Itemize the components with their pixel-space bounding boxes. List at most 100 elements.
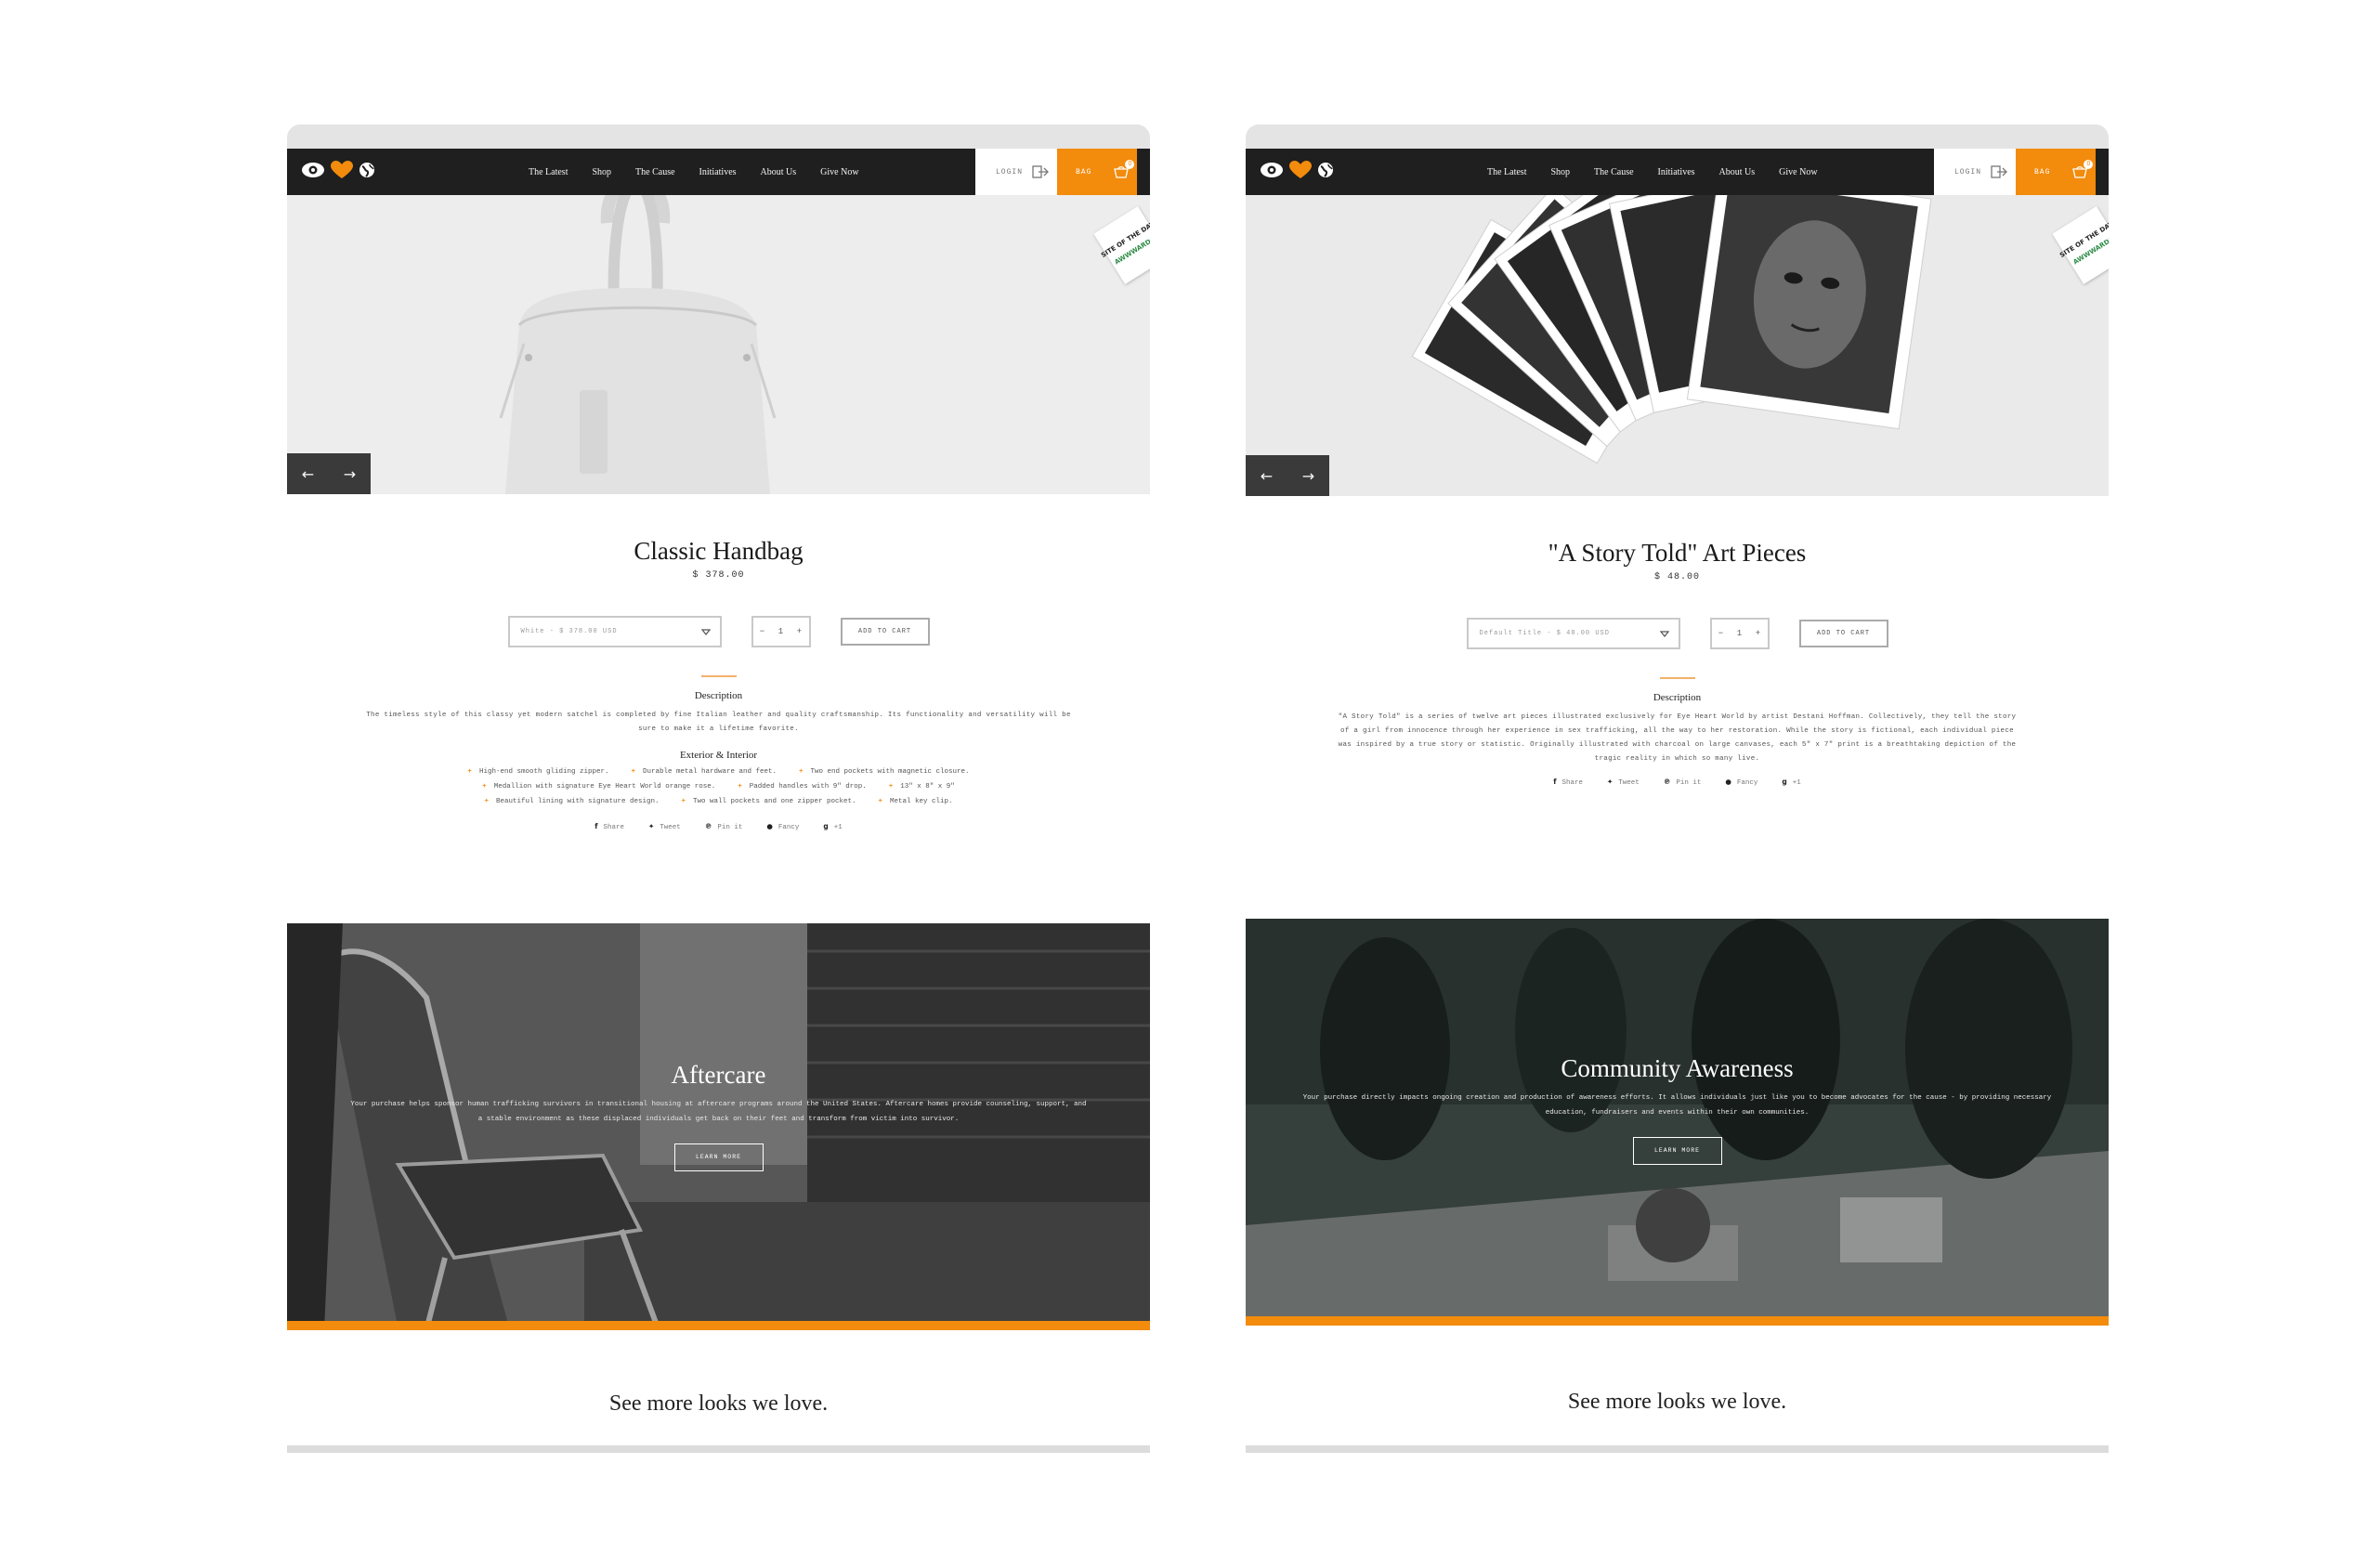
aftercare-banner: Aftercare Your purchase helps sponsor hu… xyxy=(287,923,1150,1330)
nav-link-shop[interactable]: Shop xyxy=(592,167,611,177)
share-twitter[interactable]: ✦ Tweet xyxy=(1607,777,1640,787)
qty-minus-button[interactable]: − xyxy=(760,627,764,636)
product-details: "A Story Told" Art Pieces $ 48.00 Defaul… xyxy=(1246,496,2109,787)
main-nav: The Latest Shop The Cause Initiatives Ab… xyxy=(529,149,883,195)
chevron-down-icon xyxy=(1659,630,1669,637)
art-prints-photo xyxy=(1246,195,2109,496)
nav-link-the-latest[interactable]: The Latest xyxy=(529,167,568,177)
plus-icon: + xyxy=(631,768,635,776)
plus-icon: + xyxy=(484,798,489,805)
feature-item: + Medallion with signature Eye Heart Worl… xyxy=(482,783,716,791)
learn-more-button[interactable]: LEARN MORE xyxy=(673,1143,764,1171)
nav-link-shop[interactable]: Shop xyxy=(1550,167,1570,177)
variant-value: Default Title - $ 48.00 USD xyxy=(1479,630,1610,637)
add-to-cart-button[interactable]: ADD TO CART xyxy=(1798,620,1888,647)
bag-button[interactable]: BAG 0 xyxy=(2016,149,2096,195)
facebook-icon: f xyxy=(1553,777,1557,786)
feature-item: +13" x 8" x 9" xyxy=(888,783,955,791)
product-title: Classic Handbag xyxy=(634,537,804,565)
share-row: f Share ✦ Tweet ℗ Pin it ● Fancy g +1 xyxy=(287,822,1150,831)
banner-text: Your purchase helps sponsor human traffi… xyxy=(350,1101,1087,1123)
handbag-photo xyxy=(287,195,1150,494)
arrow-right-icon[interactable]: → xyxy=(344,465,356,483)
brand-logo[interactable] xyxy=(301,161,375,179)
arrow-left-icon[interactable]: ← xyxy=(1261,467,1273,485)
banner-title: Community Awareness xyxy=(1561,1054,1794,1082)
divider xyxy=(1659,677,1695,679)
nav-link-about-us[interactable]: About Us xyxy=(1719,167,1756,177)
plus-icon: + xyxy=(878,798,883,805)
quantity-stepper[interactable]: − 1 + xyxy=(1709,618,1770,649)
product-price: $ 378.00 xyxy=(692,570,745,581)
bottom-bar xyxy=(287,1445,1150,1453)
pinterest-icon: ℗ xyxy=(1663,777,1671,786)
nav-link-initiatives[interactable]: Initiatives xyxy=(1658,167,1695,177)
login-label: LOGIN xyxy=(1954,167,1982,176)
learn-more-button[interactable]: LEARN MORE xyxy=(1632,1137,1722,1165)
bottom-bar xyxy=(1246,1445,2109,1453)
share-google-plus[interactable]: g +1 xyxy=(823,822,842,831)
screenshot-left: The Latest Shop The Cause Initiatives Ab… xyxy=(287,124,1150,1453)
nav-link-initiatives[interactable]: Initiatives xyxy=(699,167,737,177)
feature-item: + Beautiful lining with signature design. xyxy=(484,798,660,805)
share-twitter[interactable]: ✦ Tweet xyxy=(648,822,681,831)
brand-logo[interactable] xyxy=(1260,161,1334,179)
bag-label: BAG xyxy=(2034,167,2051,176)
nav-link-the-cause[interactable]: The Cause xyxy=(635,167,675,177)
banner-content: Aftercare Your purchase helps sponsor hu… xyxy=(287,1061,1150,1171)
product-details: Classic Handbag $ 378.00 White - $ 378.0… xyxy=(287,494,1150,831)
variant-value: White - $ 378.00 USD xyxy=(520,628,618,635)
feature-item: + Two end pockets with magnetic closure. xyxy=(799,768,970,776)
qty-plus-button[interactable]: + xyxy=(797,627,802,636)
arrow-right-icon[interactable]: → xyxy=(1302,467,1314,485)
community-awareness-banner: Community Awareness Your purchase direct… xyxy=(1246,919,2109,1326)
product-hero-image: SITE OF THE DAY AWWWARDS ← → xyxy=(287,195,1150,494)
bag-button[interactable]: BAG 0 xyxy=(1057,149,1137,195)
feature-item: + Padded handles with 9" drop. xyxy=(738,783,867,791)
plus-icon: + xyxy=(482,783,487,791)
features-list: + High-end smooth gliding zipper. + Durabl… xyxy=(422,768,1016,805)
arrow-left-icon[interactable]: ← xyxy=(302,465,314,483)
buy-row: Default Title - $ 48.00 USD − 1 + ADD TO… xyxy=(1246,618,2109,649)
plus-icon: + xyxy=(888,783,894,791)
nav-link-the-cause[interactable]: The Cause xyxy=(1594,167,1634,177)
qty-plus-button[interactable]: + xyxy=(1756,629,1760,638)
nav-link-give-now[interactable]: Give Now xyxy=(820,167,858,177)
logout-icon xyxy=(1032,165,1049,178)
share-row: f Share ✦ Tweet ℗ Pin it ● Fancy g +1 xyxy=(1246,777,2109,787)
fancy-icon: ● xyxy=(766,822,773,830)
browser-chrome xyxy=(287,124,1150,149)
orange-strip xyxy=(287,1321,1150,1330)
login-button[interactable]: LOGIN xyxy=(1934,149,2016,195)
globe-icon xyxy=(359,163,374,177)
variant-select[interactable]: White - $ 378.00 USD xyxy=(507,616,722,647)
slider-controls: ← → xyxy=(287,453,371,494)
description-heading: Description xyxy=(694,690,743,701)
browser-chrome xyxy=(1246,124,2109,149)
slider-controls: ← → xyxy=(1246,455,1329,496)
share-facebook[interactable]: f Share xyxy=(594,822,624,831)
login-button[interactable]: LOGIN xyxy=(975,149,1057,195)
features-heading: Exterior & Interior xyxy=(679,750,758,761)
add-to-cart-button[interactable]: ADD TO CART xyxy=(840,618,930,646)
quantity-stepper[interactable]: − 1 + xyxy=(751,616,811,647)
share-facebook[interactable]: f Share xyxy=(1553,777,1583,787)
orange-strip xyxy=(1246,1316,2109,1326)
pinterest-icon: ℗ xyxy=(704,822,712,830)
plus-icon: + xyxy=(681,798,686,805)
nav-link-the-latest[interactable]: The Latest xyxy=(1487,167,1526,177)
twitter-icon: ✦ xyxy=(648,822,655,830)
nav-link-about-us[interactable]: About Us xyxy=(761,167,797,177)
variant-select[interactable]: Default Title - $ 48.00 USD xyxy=(1466,618,1680,649)
google-plus-icon: g xyxy=(1782,777,1787,786)
qty-minus-button[interactable]: − xyxy=(1718,629,1723,638)
description-heading: Description xyxy=(1653,692,1702,703)
share-fancy[interactable]: ● Fancy xyxy=(1725,777,1757,787)
share-pinterest[interactable]: ℗ Pin it xyxy=(1664,777,1702,787)
nav-link-give-now[interactable]: Give Now xyxy=(1779,167,1817,177)
share-pinterest[interactable]: ℗ Pin it xyxy=(705,822,743,831)
globe-icon xyxy=(1318,163,1333,177)
share-fancy[interactable]: ● Fancy xyxy=(766,822,799,831)
share-google-plus[interactable]: g +1 xyxy=(1782,777,1800,787)
plus-icon: + xyxy=(799,768,804,776)
